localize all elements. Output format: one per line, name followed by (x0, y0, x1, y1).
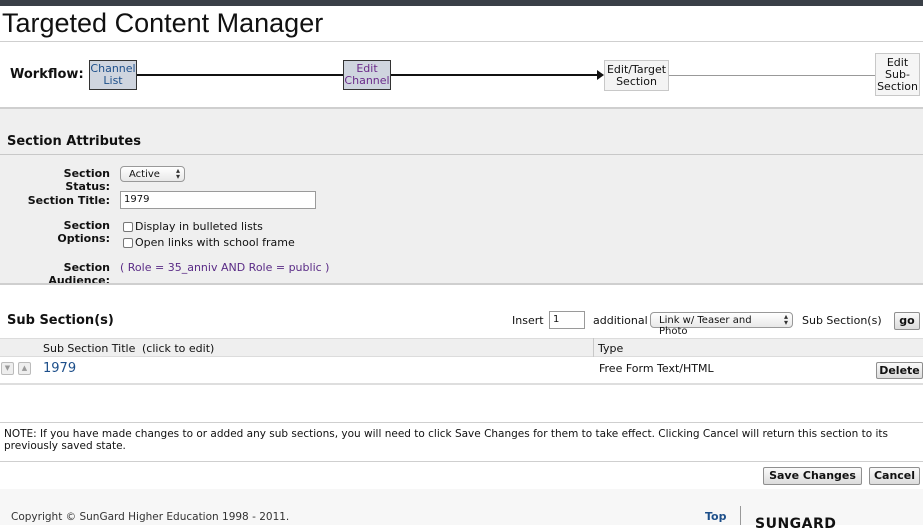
select-arrows-icon: ▴ ▾ (175, 166, 180, 181)
move-up-icon[interactable]: ▲ (18, 362, 31, 375)
sub-section-title-link[interactable]: 1979 (43, 361, 76, 376)
section-audience-link[interactable]: ( Role = 35_anniv AND Role = public ) (120, 261, 329, 274)
select-arrows-icon: ▴ ▾ (783, 312, 788, 327)
delete-button[interactable]: Delete (876, 362, 923, 379)
bulleted-lists-checkbox[interactable] (123, 222, 133, 232)
column-header-type: Type (598, 342, 624, 355)
row-divider (0, 383, 923, 385)
bulleted-lists-label: Display in bulleted lists (135, 220, 263, 233)
note-text: NOTE: If you have made changes to or add… (4, 428, 888, 452)
section-title-input[interactable]: 1979 (120, 191, 316, 209)
section-attributes-heading: Section Attributes (7, 134, 141, 149)
school-frame-label: Open links with school frame (135, 236, 295, 249)
workflow-step-edit-sub-section: Edit Sub-Section (875, 53, 920, 96)
top-link[interactable]: Top (705, 510, 726, 523)
move-down-icon[interactable]: ▼ (1, 362, 14, 375)
app-title: Targeted Content Manager (2, 8, 324, 38)
workflow-label: Workflow: (10, 67, 84, 82)
sub-sections-heading: Sub Section(s) (7, 313, 114, 328)
sungard-logo: SUNGARD (755, 516, 837, 532)
section-divider (0, 283, 923, 285)
column-divider (593, 338, 594, 357)
copyright-text: Copyright © SunGard Higher Education 199… (11, 511, 290, 523)
workflow-step-channel-list[interactable]: Channel List (89, 60, 137, 90)
column-header-title: Sub Section Title (43, 342, 136, 355)
sub-sections-suffix-label: Sub Section(s) (802, 314, 882, 327)
save-changes-button[interactable]: Save Changes (763, 467, 862, 485)
sub-section-type-select[interactable]: Link w/ Teaser and Photo ▴ ▾ (650, 312, 793, 337)
workflow-step-edit-channel[interactable]: Edit Channel (343, 60, 391, 90)
workflow-arrow-icon (597, 70, 604, 80)
cancel-button[interactable]: Cancel (869, 467, 920, 485)
title-divider (0, 41, 923, 42)
workflow-connector (669, 75, 875, 76)
additional-label: additional (593, 314, 648, 327)
insert-count-input[interactable]: 1 (549, 311, 585, 329)
section-status-label: Section Status: (63, 167, 110, 193)
insert-label: Insert (512, 314, 544, 327)
section-options-label: Section Options: (57, 219, 110, 245)
section-status-select[interactable]: Active ▴ ▾ (120, 166, 185, 182)
workflow-step-edit-target-section: Edit/Target Section (604, 60, 669, 91)
school-frame-checkbox[interactable] (123, 238, 133, 248)
workflow-connector (137, 74, 343, 76)
sub-section-type-value: Link w/ Teaser and Photo (659, 315, 752, 337)
section-title-label: Section Title: (27, 194, 110, 207)
footer-divider (740, 506, 741, 525)
workflow-connector (391, 74, 598, 76)
sub-section-type: Free Form Text/HTML (599, 362, 714, 375)
column-header-title-hint: (click to edit) (142, 342, 215, 355)
sub-sections-table-header (0, 338, 923, 357)
go-button[interactable]: go (894, 312, 920, 330)
section-status-value: Active (129, 169, 160, 180)
